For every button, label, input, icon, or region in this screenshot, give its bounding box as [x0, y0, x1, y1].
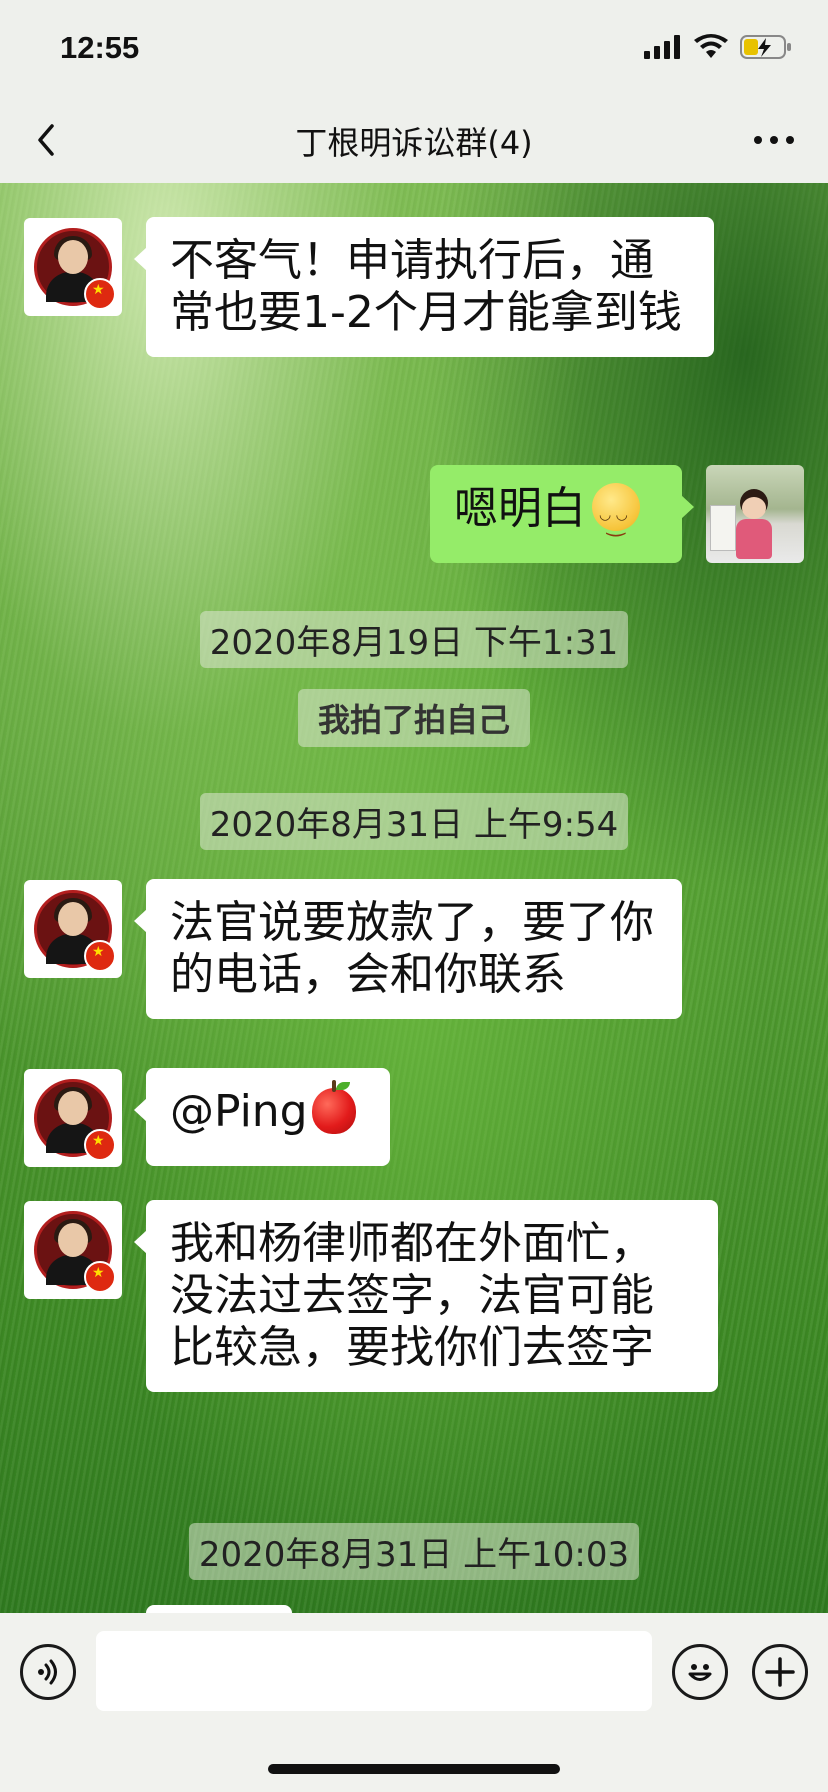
emoji-button[interactable]: [672, 1644, 728, 1700]
smiling-face-emoji-icon: [592, 483, 640, 551]
voice-icon: [38, 1659, 57, 1685]
message-text: 不客气！申请执行后，通常也要1-2个月才能拿到钱: [170, 235, 682, 338]
cellular-signal-icon: [644, 35, 680, 59]
message-text: 法官说要放款了，要了你的电话，会和你联系: [170, 897, 654, 1000]
avatar[interactable]: [24, 218, 122, 316]
message-input[interactable]: [96, 1631, 652, 1711]
wifi-icon: [694, 34, 728, 58]
message-bubble[interactable]: 不客气！申请执行后，通常也要1-2个月才能拿到钱: [134, 217, 714, 357]
battery-charging-icon: [740, 35, 791, 59]
avatar[interactable]: [24, 880, 122, 978]
timestamp: 2020年8月31日 上午9:54: [0, 793, 828, 850]
plus-icon: [765, 1657, 795, 1687]
status-time: 12:55: [60, 30, 140, 65]
message-text: @Ping: [170, 1086, 308, 1137]
more-functions-button[interactable]: [752, 1644, 808, 1700]
message-bubble[interactable]: 我和杨律师都在外面忙，没法过去签字，法官可能比较急，要找你们去签字: [134, 1200, 718, 1392]
message-bubble[interactable]: @Ping: [134, 1068, 390, 1166]
home-indicator[interactable]: [268, 1764, 560, 1774]
header: 12:55 丁根明诉讼群(4): [0, 0, 828, 183]
avatar[interactable]: [24, 1069, 122, 1167]
timestamp: 2020年8月31日 上午10:03: [0, 1523, 828, 1580]
message-bubble[interactable]: 法官说要放款了，要了你的电话，会和你联系: [134, 879, 682, 1019]
more-options-icon[interactable]: [752, 130, 796, 150]
chat-title: 丁根明诉讼群(4): [295, 124, 533, 162]
my-avatar[interactable]: [706, 465, 804, 563]
message-text: 嗯明白: [454, 483, 586, 534]
timestamp: 2020年8月19日 下午1:31: [0, 611, 828, 668]
message-text: 我和杨律师都在外面忙，没法过去签字，法官可能比较急，要找你们去签字: [170, 1218, 654, 1373]
smiley-face-icon: [688, 1664, 712, 1681]
red-apple-emoji-icon: [311, 1080, 356, 1134]
voice-input-button[interactable]: [20, 1644, 76, 1700]
my-message-bubble[interactable]: 嗯明白: [430, 465, 694, 563]
status-icons: [644, 34, 792, 60]
system-message: 我拍了拍自己: [0, 689, 828, 747]
chat-area[interactable]: 不客气！申请执行后，通常也要1-2个月才能拿到钱 嗯明白 2020年8月19日 …: [0, 183, 828, 1613]
avatar[interactable]: [24, 1201, 122, 1299]
message-bubble[interactable]: [146, 1605, 292, 1613]
